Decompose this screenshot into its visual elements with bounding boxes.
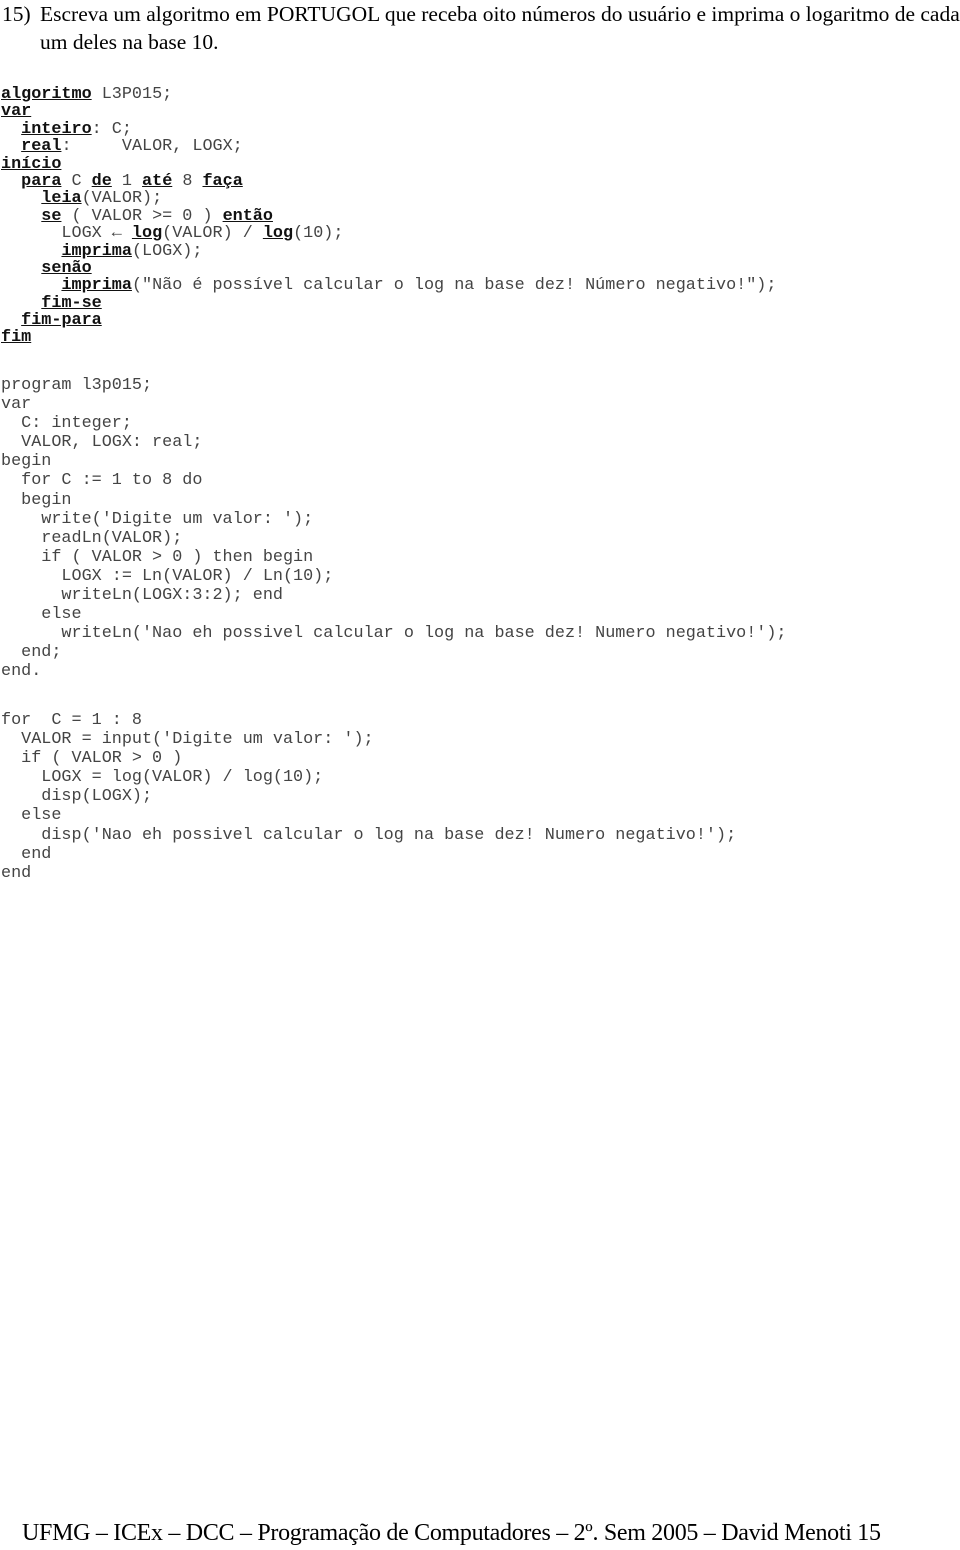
code-line: VALOR, LOGX: real; <box>1 433 203 453</box>
code-line: C: integer; <box>1 414 132 434</box>
code-line: end; <box>1 643 62 663</box>
code-line: writeLn('Nao eh possivel calcular o log … <box>1 624 787 644</box>
code-text: (VALOR) / <box>162 224 263 244</box>
code-keyword: var <box>1 102 32 122</box>
code-line: end <box>1 863 32 883</box>
code-keyword: algoritmo <box>1 85 92 104</box>
code-text: L3P015; <box>91 85 173 104</box>
code-line: disp('Nao eh possivel calcular o log na … <box>1 825 737 845</box>
code-line: inteiro: C; <box>1 121 776 138</box>
code-line: se ( VALOR >= 0 ) então <box>1 208 776 225</box>
exercise-statement: 15) Escreva um algoritmo em PORTUGOL que… <box>2 0 960 56</box>
code-keyword: imprima <box>61 276 132 296</box>
exercise-text: Escreva um algoritmo em PORTUGOL que rec… <box>40 2 960 54</box>
code-line: else <box>1 806 62 826</box>
code-line: imprima("Não é possível calcular o log n… <box>1 277 776 294</box>
code-line: var <box>1 395 32 415</box>
code-keyword: então <box>222 206 273 226</box>
matlab-code-block: for C = 1 : 8 VALOR = input('Digite um v… <box>1 711 736 883</box>
code-line: fim-se <box>1 293 776 313</box>
code-line: if ( VALOR > 0 ) then begin <box>1 547 314 567</box>
code-line: para C de 1 até 8 faça <box>1 173 776 190</box>
code-line: leia(VALOR); <box>1 190 776 207</box>
code-text: (10); <box>293 224 344 244</box>
code-keyword: real <box>21 137 62 157</box>
code-line: program l3p015; <box>1 376 153 395</box>
code-line: begin <box>1 490 72 510</box>
code-line: else <box>1 605 82 625</box>
code-line: início <box>1 154 776 174</box>
pascal-code-block: program l3p015; var C: integer; VALOR, LO… <box>1 376 787 682</box>
page-footer: UFMG – ICEx – DCC – Programação de Compu… <box>22 1520 881 1546</box>
code-line: var <box>1 103 776 120</box>
code-line: for C = 1 : 8 <box>1 711 142 730</box>
code-keyword: para <box>21 171 62 191</box>
code-line: readLn(VALOR); <box>1 528 183 548</box>
code-keyword: fim-para <box>21 311 102 331</box>
code-keyword: log <box>262 224 294 244</box>
code-line: write('Digite um valor: '); <box>1 509 314 529</box>
code-keyword: início <box>1 154 62 174</box>
code-text: ( VALOR >= 0 ) <box>61 206 223 226</box>
exercise-number: 15) <box>2 2 31 26</box>
code-keyword: fim-se <box>41 293 102 313</box>
code-line: end. <box>1 662 42 682</box>
code-text: (VALOR); <box>81 189 163 209</box>
code-line: for C := 1 to 8 do <box>1 471 203 491</box>
code-keyword: de <box>91 171 112 191</box>
code-keyword: leia <box>41 189 82 209</box>
code-keyword: inteiro <box>21 119 92 139</box>
code-line: fim-para <box>1 312 776 329</box>
portugol-code-block: algoritmo L3P015; var inteiro: C; real: V… <box>1 86 776 347</box>
code-text: (LOGX); <box>131 241 203 261</box>
code-keyword: faça <box>202 171 243 191</box>
code-text: 8 <box>172 171 203 191</box>
code-line: if ( VALOR > 0 ) <box>1 749 183 769</box>
code-line: senão <box>1 260 776 277</box>
code-line: writeLn(LOGX:3:2); end <box>1 586 283 606</box>
code-line: VALOR = input('Digite um valor: '); <box>1 730 374 750</box>
code-keyword: imprima <box>61 241 132 261</box>
code-text: 1 <box>111 171 143 191</box>
code-line: LOGX ← log(VALOR) / log(10); <box>1 225 776 242</box>
code-text: LOGX ← <box>1 224 132 244</box>
code-text: : C; <box>91 119 132 139</box>
code-keyword: fim <box>1 328 32 348</box>
code-keyword: log <box>131 224 163 244</box>
code-line: disp(LOGX); <box>1 787 153 807</box>
code-text: ("Não é possível calcular o log na base … <box>131 276 777 296</box>
code-line: real: VALOR, LOGX; <box>1 138 776 155</box>
code-keyword: se <box>41 206 62 226</box>
code-line: fim <box>1 329 776 346</box>
code-keyword: até <box>142 171 173 191</box>
code-line: end <box>1 844 52 864</box>
code-keyword: senão <box>41 258 92 278</box>
code-line: begin <box>1 452 52 472</box>
code-line: LOGX = log(VALOR) / log(10); <box>1 768 324 788</box>
code-line: imprima(LOGX); <box>1 241 776 261</box>
code-line: LOGX := Ln(VALOR) / Ln(10); <box>1 566 334 586</box>
code-line: algoritmo L3P015; <box>1 86 776 103</box>
code-text: : VALOR, LOGX; <box>61 137 243 157</box>
code-text: C <box>61 171 92 191</box>
